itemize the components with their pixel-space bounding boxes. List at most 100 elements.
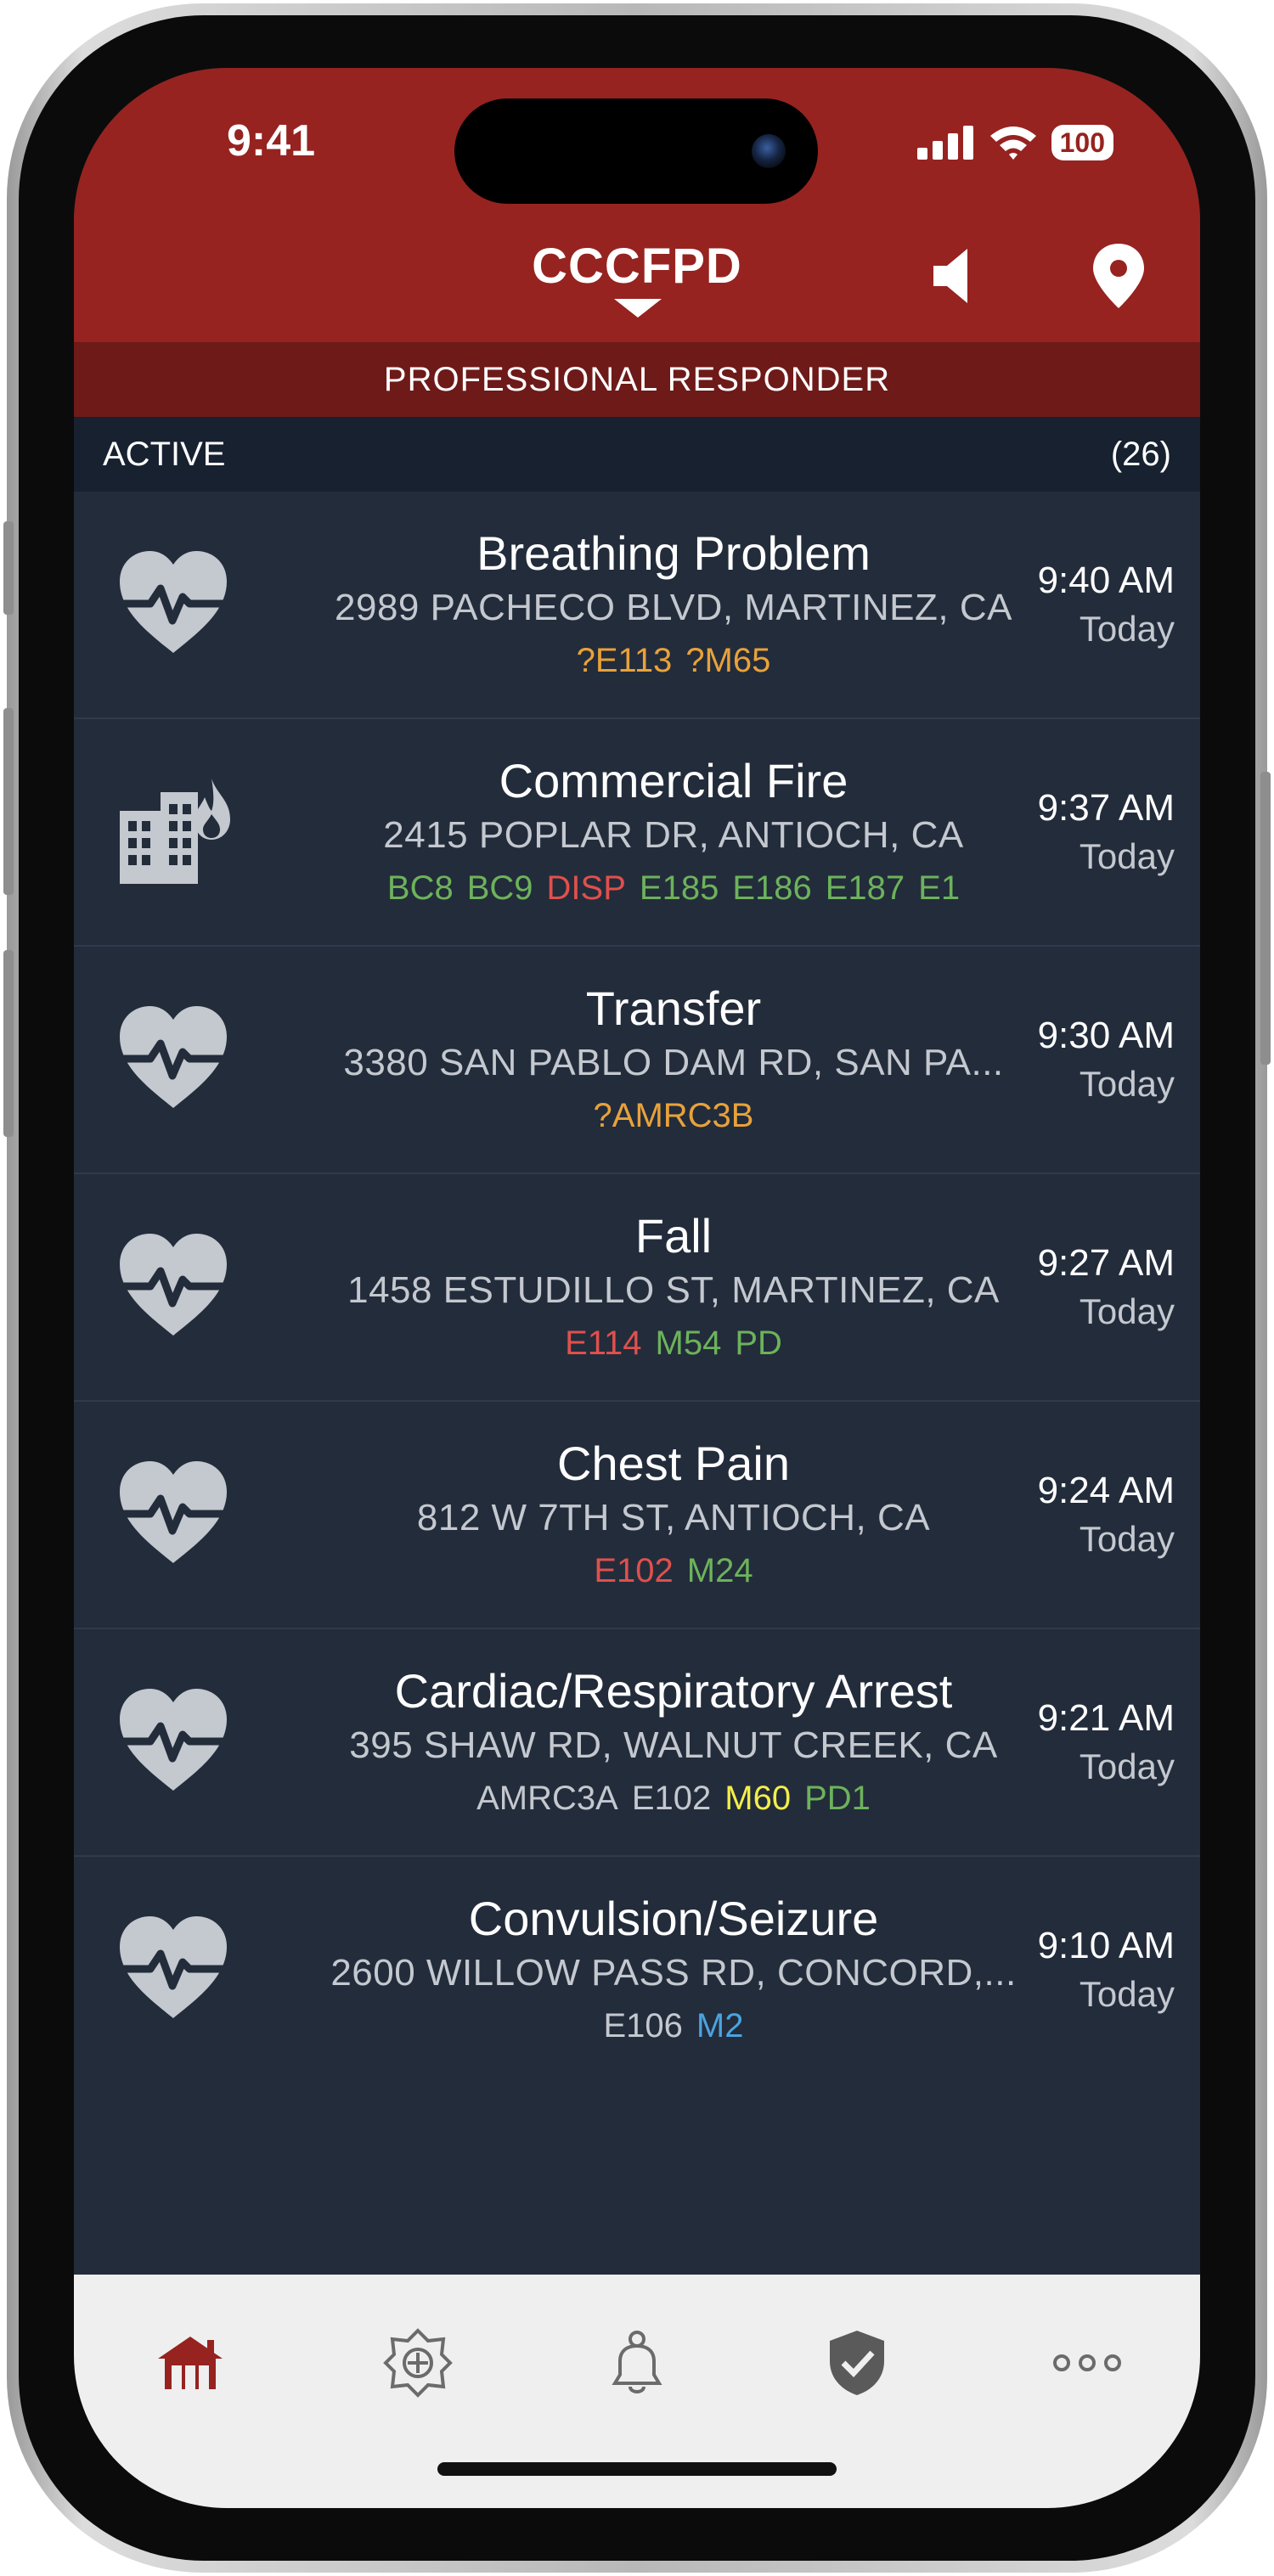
agency-selector[interactable]: CCCFPD bbox=[74, 238, 1200, 295]
incident-day: Today bbox=[1079, 1746, 1175, 1786]
incident-address: 2415 POPLAR DR, ANTIOCH, CA bbox=[383, 814, 964, 856]
incident-day: Today bbox=[1079, 609, 1175, 649]
app-screen: 9:41 100 CCCFPD PROFESSIONAL RESPONDER A… bbox=[74, 68, 1200, 2508]
shield-check-icon bbox=[830, 2331, 884, 2395]
unit-tag: M2 bbox=[696, 2007, 744, 2044]
app-title[interactable]: CCCFPD bbox=[532, 239, 742, 294]
bell-gear-icon bbox=[612, 2331, 662, 2393]
unit-tag: M24 bbox=[686, 1552, 753, 1589]
unit-tag: E114 bbox=[565, 1325, 642, 1362]
tab-alerts[interactable] bbox=[595, 2320, 679, 2405]
speaker-button[interactable] bbox=[927, 242, 995, 310]
incident-address: 1458 ESTUDILLO ST, MARTINEZ, CA bbox=[347, 1269, 1000, 1311]
wifi-icon bbox=[989, 127, 1036, 160]
incident-title: Transfer bbox=[585, 981, 762, 1035]
volume-down-button bbox=[3, 950, 14, 1137]
incident-row[interactable]: Fall 1458 ESTUDILLO ST, MARTINEZ, CA E114 M… bbox=[74, 1174, 1200, 1402]
incident-row[interactable]: Chest Pain 812 W 7TH ST, ANTIOCH, CA E102 M… bbox=[74, 1402, 1200, 1629]
unit-tag: M54 bbox=[655, 1325, 722, 1362]
unit-tag: E185 bbox=[639, 869, 719, 907]
map-pin-icon bbox=[1093, 244, 1144, 308]
incident-title: Convulsion/Seizure bbox=[468, 1892, 879, 1945]
unit-tag: E186 bbox=[732, 869, 812, 907]
incident-address: 2600 WILLOW PASS RD, CONCORD,... bbox=[330, 1952, 1017, 1994]
incident-row[interactable]: Cardiac/Respiratory Arrest 395 SHAW RD, W… bbox=[74, 1629, 1200, 1857]
incident-details: Cardiac/Respiratory Arrest 395 SHAW RD, W… bbox=[269, 1662, 1078, 1826]
home-icon bbox=[158, 2337, 223, 2389]
incident-timestamp: 9:24 AM Today bbox=[1038, 1466, 1175, 1563]
battery-indicator: 100 bbox=[1051, 125, 1113, 160]
unit-tag: PD bbox=[735, 1325, 782, 1362]
incident-day: Today bbox=[1079, 1974, 1175, 2014]
incident-timestamp: 9:40 AM Today bbox=[1038, 556, 1175, 653]
dynamic-island bbox=[454, 98, 818, 204]
unit-tag: AMRC3A bbox=[476, 1780, 618, 1817]
unit-tag: ?AMRC3B bbox=[593, 1097, 754, 1134]
fire-department-badge-icon bbox=[383, 2328, 453, 2398]
building-fire-icon bbox=[116, 777, 230, 884]
incident-title: Cardiac/Respiratory Arrest bbox=[394, 1664, 953, 1718]
incident-units: E106 M2 bbox=[269, 1998, 1078, 2044]
incident-address: 812 W 7TH ST, ANTIOCH, CA bbox=[416, 1497, 931, 1538]
unit-tag: ?E113 bbox=[576, 642, 673, 679]
incident-time: 9:10 AM bbox=[1037, 1925, 1175, 1966]
tab-more[interactable] bbox=[1045, 2320, 1130, 2405]
incident-units: ?E113 ?M65 bbox=[269, 633, 1078, 689]
unit-tag: E1 bbox=[918, 869, 961, 907]
incident-address: 3380 SAN PABLO DAM RD, SAN PA... bbox=[343, 1042, 1004, 1083]
incident-day: Today bbox=[1079, 836, 1175, 876]
more-icon bbox=[1053, 2354, 1121, 2371]
incident-units: BC8 BC9 DISP E185 E186 E187 E1 bbox=[269, 860, 1078, 916]
incident-day: Today bbox=[1079, 1064, 1175, 1104]
heart-pulse-icon bbox=[116, 1687, 230, 1794]
incident-list[interactable]: Breathing Problem 2989 PACHECO BLVD, MART… bbox=[74, 492, 1200, 2044]
active-label: ACTIVE bbox=[103, 436, 226, 473]
incident-time: 9:21 AM bbox=[1037, 1697, 1175, 1739]
heart-pulse-icon bbox=[116, 1232, 230, 1339]
home-indicator bbox=[437, 2462, 837, 2476]
speaker-icon bbox=[933, 249, 967, 303]
incident-timestamp: 9:27 AM Today bbox=[1038, 1239, 1175, 1336]
heart-pulse-icon bbox=[116, 549, 230, 656]
incident-units: AMRC3A E102 M60 PD1 bbox=[269, 1770, 1078, 1826]
incident-title: Commercial Fire bbox=[499, 754, 848, 807]
tab-home[interactable] bbox=[148, 2320, 233, 2405]
unit-tag: DISP bbox=[546, 869, 626, 907]
heart-pulse-icon bbox=[116, 1004, 230, 1111]
incident-timestamp: 9:30 AM Today bbox=[1038, 1011, 1175, 1108]
incident-details: Commercial Fire 2415 POPLAR DR, ANTIOCH, … bbox=[269, 751, 1078, 916]
unit-tag: E106 bbox=[603, 2007, 683, 2044]
incident-title: Chest Pain bbox=[557, 1437, 790, 1490]
incident-time: 9:24 AM bbox=[1037, 1470, 1175, 1511]
incident-address: 395 SHAW RD, WALNUT CREEK, CA bbox=[349, 1724, 998, 1766]
front-camera bbox=[752, 134, 786, 168]
app-header: 9:41 100 CCCFPD bbox=[74, 68, 1200, 342]
chevron-down-icon[interactable] bbox=[614, 299, 662, 318]
incident-row[interactable]: Breathing Problem 2989 PACHECO BLVD, MART… bbox=[74, 492, 1200, 719]
power-button bbox=[1260, 772, 1271, 1065]
tab-bar bbox=[74, 2275, 1200, 2508]
incident-row[interactable]: Transfer 3380 SAN PABLO DAM RD, SAN PA...… bbox=[74, 947, 1200, 1174]
incident-title: Fall bbox=[634, 1209, 713, 1263]
incident-title: Breathing Problem bbox=[476, 526, 871, 580]
unit-tag: PD1 bbox=[804, 1780, 871, 1817]
cellular-signal-icon bbox=[916, 126, 973, 160]
incident-details: Convulsion/Seizure 2600 WILLOW PASS RD, C… bbox=[269, 1889, 1078, 2044]
unit-tag: BC9 bbox=[466, 869, 533, 907]
incident-day: Today bbox=[1079, 1519, 1175, 1559]
incident-details: Transfer 3380 SAN PABLO DAM RD, SAN PA...… bbox=[269, 979, 1078, 1144]
responder-mode-banner: PROFESSIONAL RESPONDER bbox=[74, 342, 1200, 417]
active-section-header: ACTIVE (26) bbox=[74, 417, 1200, 492]
heart-pulse-icon bbox=[116, 1460, 230, 1566]
active-count: (26) bbox=[1110, 436, 1171, 473]
incident-time: 9:27 AM bbox=[1037, 1242, 1175, 1284]
tab-responding[interactable] bbox=[815, 2320, 899, 2405]
unit-tag: E187 bbox=[825, 869, 905, 907]
location-button[interactable] bbox=[1085, 242, 1153, 310]
incident-row[interactable]: Commercial Fire 2415 POPLAR DR, ANTIOCH, … bbox=[74, 719, 1200, 947]
incident-details: Chest Pain 812 W 7TH ST, ANTIOCH, CA E102 M… bbox=[269, 1434, 1078, 1599]
incident-row[interactable]: Convulsion/Seizure 2600 WILLOW PASS RD, C… bbox=[74, 1857, 1200, 2044]
status-icons: 100 bbox=[916, 124, 1113, 161]
action-button bbox=[3, 521, 14, 615]
tab-units[interactable] bbox=[375, 2320, 460, 2405]
